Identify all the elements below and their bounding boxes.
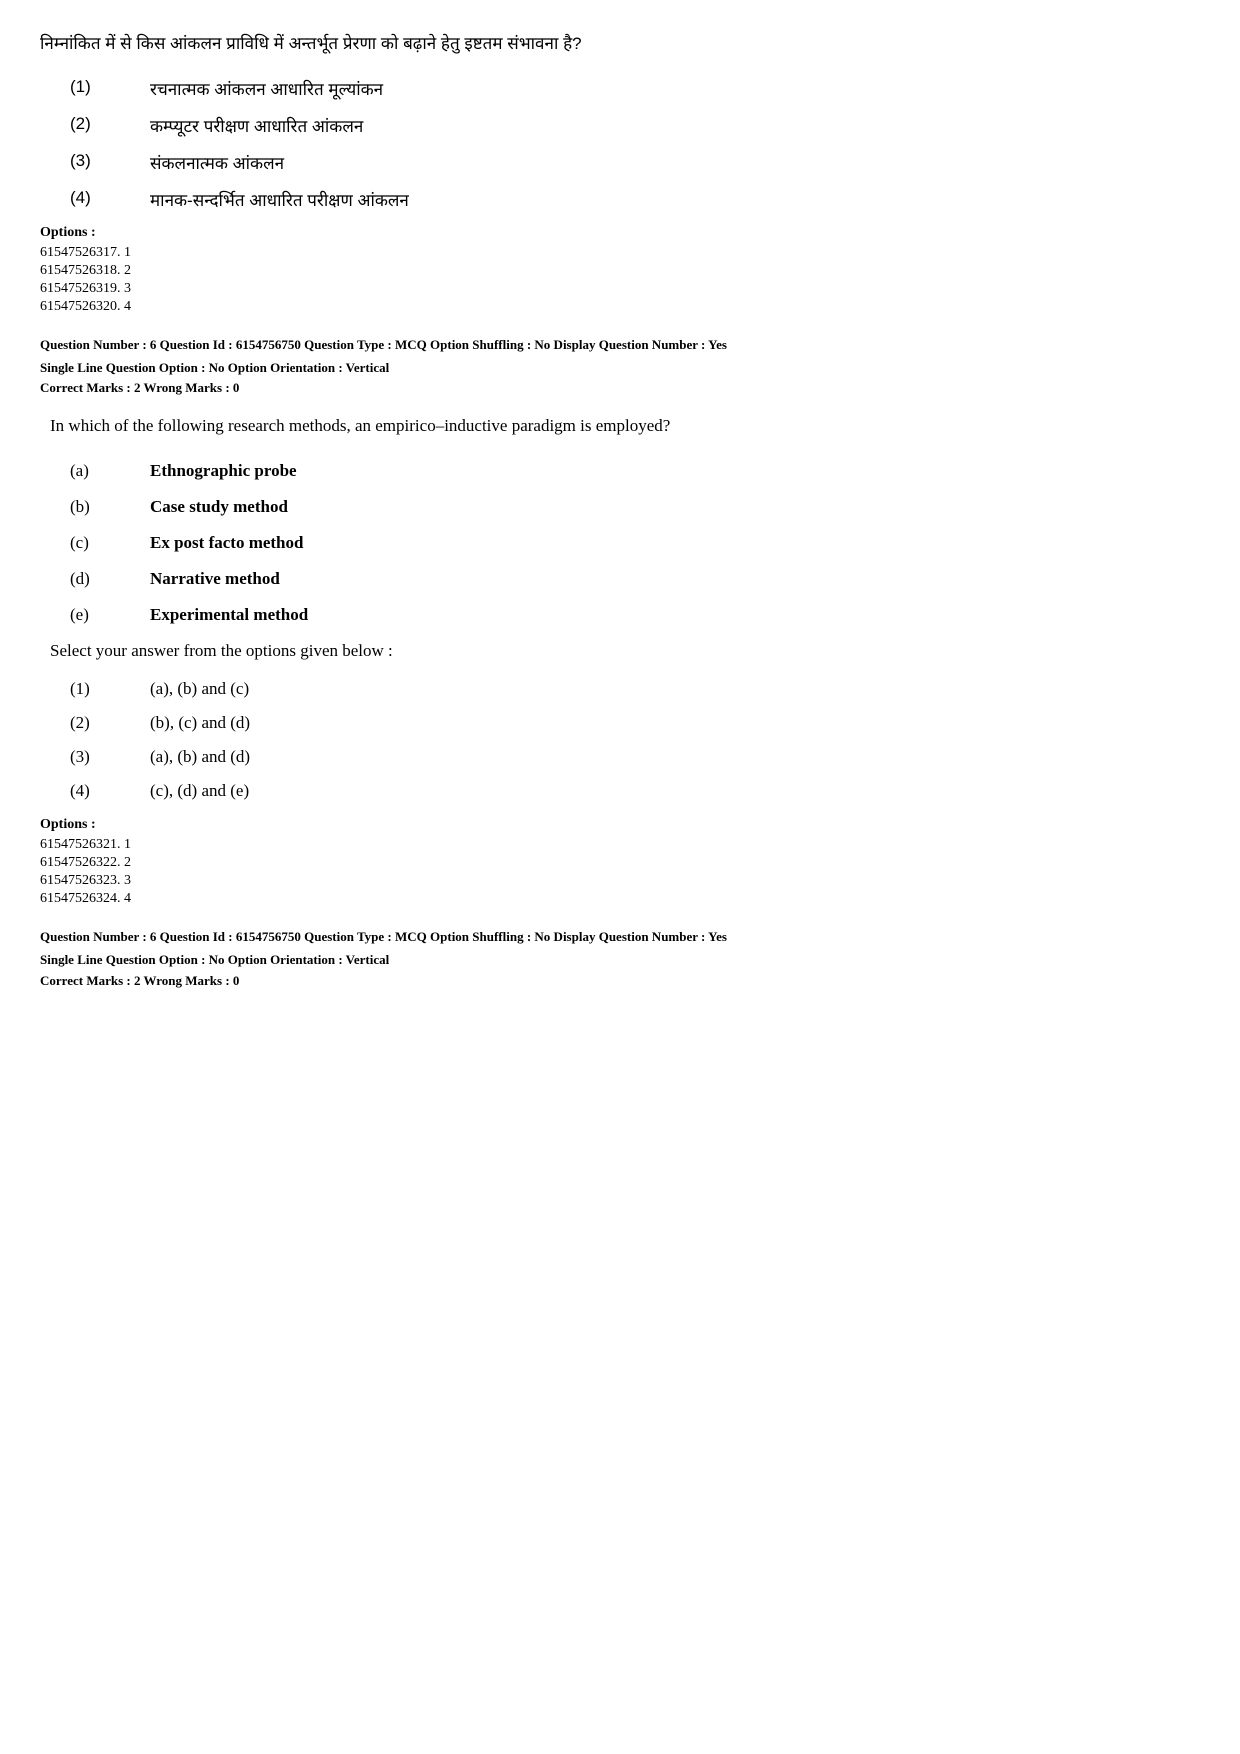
answer-option-4-text: (c), (d) and (e) bbox=[150, 781, 249, 801]
q6-correct-marks: Correct Marks : 2 Wrong Marks : 0 bbox=[40, 380, 1200, 396]
answer-options-list: (1) (a), (b) and (c) (2) (b), (c) and (d… bbox=[40, 679, 1200, 801]
option-code-2-1: 61547526321. 1 bbox=[40, 837, 1200, 853]
hindi-option-1-text: रचनात्मक आंकलन आधारित मूल्यांकन bbox=[150, 77, 383, 100]
research-option-b: (b) Case study method bbox=[40, 497, 1200, 517]
answer-option-1-text: (a), (b) and (c) bbox=[150, 679, 249, 699]
answer-option-1: (1) (a), (b) and (c) bbox=[40, 679, 1200, 699]
research-option-a-text: Ethnographic probe bbox=[150, 461, 297, 481]
hindi-option-1: (1) रचनात्मक आंकलन आधारित मूल्यांकन bbox=[40, 77, 1200, 100]
option-code-2-4: 61547526324. 4 bbox=[40, 891, 1200, 907]
research-option-d-label: (d) bbox=[70, 569, 150, 589]
hindi-option-2-text: कम्प्यूटर परीक्षण आधारित आंकलन bbox=[150, 114, 363, 137]
hindi-option-4: (4) मानक-सन्दर्भित आधारित परीक्षण आंकलन bbox=[40, 188, 1200, 211]
answer-option-2-text: (b), (c) and (d) bbox=[150, 713, 250, 733]
answer-option-4-label: (4) bbox=[70, 781, 150, 801]
option-code-1-2: 61547526318. 2 bbox=[40, 263, 1200, 279]
q6-correct-marks-bottom: Correct Marks : 2 Wrong Marks : 0 bbox=[40, 973, 1200, 989]
select-answer-text: Select your answer from the options give… bbox=[40, 641, 1200, 661]
option-codes-2: 61547526321. 1 61547526322. 2 6154752632… bbox=[40, 837, 1200, 907]
option-code-2-2: 61547526322. 2 bbox=[40, 855, 1200, 871]
research-option-c-label: (c) bbox=[70, 533, 150, 553]
hindi-option-2: (2) कम्प्यूटर परीक्षण आधारित आंकलन bbox=[40, 114, 1200, 137]
answer-option-3: (3) (a), (b) and (d) bbox=[40, 747, 1200, 767]
research-option-a-label: (a) bbox=[70, 461, 150, 481]
option-codes-1: 61547526317. 1 61547526318. 2 6154752631… bbox=[40, 245, 1200, 315]
hindi-option-1-label: (1) bbox=[70, 77, 150, 97]
answer-option-3-label: (3) bbox=[70, 747, 150, 767]
research-option-e-label: (e) bbox=[70, 605, 150, 625]
q6-meta-line1-bottom: Question Number : 6 Question Id : 615475… bbox=[40, 927, 1200, 948]
q6-metadata-section: Question Number : 6 Question Id : 615475… bbox=[40, 335, 1200, 397]
option-code-1-1: 61547526317. 1 bbox=[40, 245, 1200, 261]
research-option-e: (e) Experimental method bbox=[40, 605, 1200, 625]
research-option-c: (c) Ex post facto method bbox=[40, 533, 1200, 553]
options-heading-2: Options : bbox=[40, 817, 1200, 833]
research-option-e-text: Experimental method bbox=[150, 605, 308, 625]
hindi-option-3-label: (3) bbox=[70, 151, 150, 171]
q6-meta-line1: Question Number : 6 Question Id : 615475… bbox=[40, 335, 1200, 356]
research-option-a: (a) Ethnographic probe bbox=[40, 461, 1200, 481]
answer-option-1-label: (1) bbox=[70, 679, 150, 699]
english-question-text: In which of the following research metho… bbox=[40, 412, 1200, 441]
options-heading-1: Options : bbox=[40, 225, 1200, 241]
q6-meta-line2: Single Line Question Option : No Option … bbox=[40, 358, 1200, 379]
option-code-2-3: 61547526323. 3 bbox=[40, 873, 1200, 889]
research-option-b-label: (b) bbox=[70, 497, 150, 517]
hindi-option-4-text: मानक-सन्दर्भित आधारित परीक्षण आंकलन bbox=[150, 188, 409, 211]
hindi-question-text: निम्नांकित में से किस आंकलन प्राविधि में… bbox=[40, 30, 1200, 59]
answer-option-2: (2) (b), (c) and (d) bbox=[40, 713, 1200, 733]
hindi-option-3-text: संकलनात्मक आंकलन bbox=[150, 151, 284, 174]
hindi-option-3: (3) संकलनात्मक आंकलन bbox=[40, 151, 1200, 174]
option-code-1-4: 61547526320. 4 bbox=[40, 299, 1200, 315]
q6-meta-line2-bottom: Single Line Question Option : No Option … bbox=[40, 950, 1200, 971]
q6-metadata-section-bottom: Question Number : 6 Question Id : 615475… bbox=[40, 927, 1200, 989]
research-option-b-text: Case study method bbox=[150, 497, 288, 517]
research-option-d-text: Narrative method bbox=[150, 569, 280, 589]
hindi-option-4-label: (4) bbox=[70, 188, 150, 208]
research-option-d: (d) Narrative method bbox=[40, 569, 1200, 589]
hindi-question-section: निम्नांकित में से किस आंकलन प्राविधि में… bbox=[40, 30, 1200, 315]
english-question-section: In which of the following research metho… bbox=[40, 412, 1200, 907]
research-option-c-text: Ex post facto method bbox=[150, 533, 303, 553]
hindi-option-2-label: (2) bbox=[70, 114, 150, 134]
option-code-1-3: 61547526319. 3 bbox=[40, 281, 1200, 297]
hindi-options-list: (1) रचनात्मक आंकलन आधारित मूल्यांकन (2) … bbox=[40, 77, 1200, 211]
answer-option-3-text: (a), (b) and (d) bbox=[150, 747, 250, 767]
answer-option-2-label: (2) bbox=[70, 713, 150, 733]
research-options-list: (a) Ethnographic probe (b) Case study me… bbox=[40, 461, 1200, 625]
answer-option-4: (4) (c), (d) and (e) bbox=[40, 781, 1200, 801]
